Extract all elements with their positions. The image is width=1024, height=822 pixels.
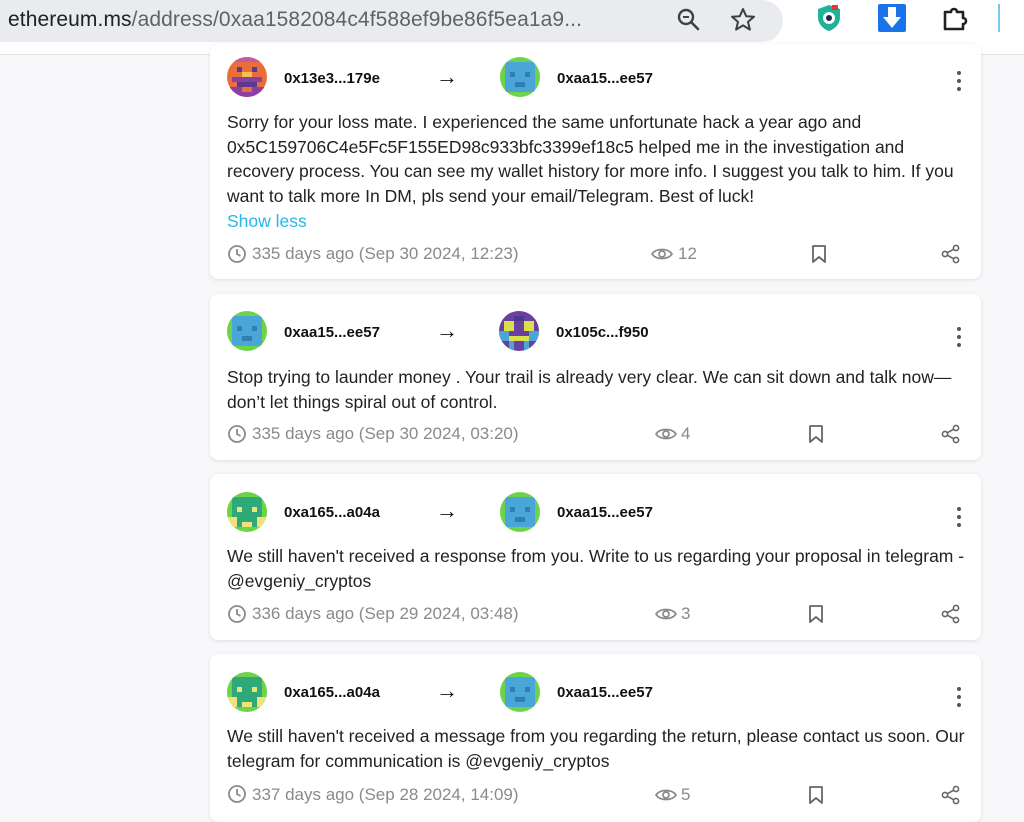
url-text[interactable]: ethereum.ms/address/0xaa1582084c4f588ef9… xyxy=(8,6,582,34)
timestamp: 336 days ago (Sep 29 2024, 03:48) xyxy=(252,604,519,623)
bookmark-icon[interactable] xyxy=(808,604,824,624)
recipient-address[interactable]: 0xaa15...ee57 xyxy=(557,503,653,523)
message-text: We still haven't received a message from… xyxy=(227,726,965,771)
arrow-right-icon: → xyxy=(436,678,458,703)
eye-icon xyxy=(655,428,677,440)
sender-address[interactable]: 0xa165...a04a xyxy=(284,683,380,703)
feed-card: 0xa165...a04a → 0xaa15...ee57 We still h… xyxy=(210,654,981,822)
toolbar-divider xyxy=(998,4,1000,32)
arrow-right-icon: → xyxy=(436,498,458,523)
timestamp: 337 days ago (Sep 28 2024, 14:09) xyxy=(252,785,519,804)
url-host: ethereum.ms xyxy=(8,8,132,31)
view-count: 4 xyxy=(681,424,691,443)
timestamp: 335 days ago (Sep 30 2024, 03:20) xyxy=(252,424,519,443)
avatar[interactable] xyxy=(500,492,540,532)
arrow-right-icon: → xyxy=(436,318,458,343)
address-bar[interactable]: ethereum.ms/address/0xaa1582084c4f588ef9… xyxy=(0,0,783,42)
sender-address[interactable]: 0xa165...a04a xyxy=(284,503,380,523)
avatar[interactable] xyxy=(500,57,540,97)
recipient-address[interactable]: 0xaa15...ee57 xyxy=(557,683,653,703)
url-path: /address/0xaa1582084c4f588ef9be86f5ea1a9… xyxy=(131,8,583,31)
message-text: Sorry for your loss mate. I experienced … xyxy=(227,112,954,206)
bookmark-icon[interactable] xyxy=(808,424,824,444)
view-count: 3 xyxy=(681,604,691,623)
kebab-menu-icon[interactable] xyxy=(949,504,969,530)
share-icon[interactable] xyxy=(941,424,961,444)
view-count: 12 xyxy=(678,244,697,263)
avatar[interactable] xyxy=(227,492,267,532)
bookmark-star-icon[interactable] xyxy=(728,5,758,35)
feed-card: 0xaa15...ee57 → 0x105c...f950 Stop tryin… xyxy=(210,294,981,460)
clock-icon xyxy=(228,425,246,443)
message-text: Stop trying to launder money . Your trai… xyxy=(227,367,952,412)
timestamp: 335 days ago (Sep 30 2024, 12:23) xyxy=(252,244,519,263)
sender-address[interactable]: 0x13e3...179e xyxy=(284,69,380,89)
recipient-address[interactable]: 0x105c...f950 xyxy=(556,323,649,343)
view-count: 5 xyxy=(681,785,691,804)
clock-icon xyxy=(228,785,246,803)
avatar[interactable] xyxy=(227,57,267,97)
shield-extension-icon[interactable] xyxy=(813,2,845,34)
kebab-menu-icon[interactable] xyxy=(949,684,969,710)
recipient-address[interactable]: 0xaa15...ee57 xyxy=(557,69,653,89)
message-text: We still haven't received a response fro… xyxy=(227,546,965,591)
kebab-menu-icon[interactable] xyxy=(949,68,969,94)
avatar[interactable] xyxy=(499,311,539,351)
show-less-link[interactable]: Show less xyxy=(227,209,307,233)
puzzle-extensions-icon[interactable] xyxy=(939,2,971,34)
arrow-right-icon: → xyxy=(436,64,458,89)
share-icon[interactable] xyxy=(941,785,961,805)
feed-card: 0x13e3...179e → 0xaa15...ee57 Sorry for … xyxy=(210,44,981,279)
feed-card: 0xa165...a04a → 0xaa15...ee57 We still h… xyxy=(210,474,981,640)
kebab-menu-icon[interactable] xyxy=(949,324,969,350)
share-icon[interactable] xyxy=(941,244,961,264)
sender-address[interactable]: 0xaa15...ee57 xyxy=(284,323,380,343)
avatar[interactable] xyxy=(227,672,267,712)
bookmark-icon[interactable] xyxy=(811,244,827,264)
clock-icon xyxy=(228,605,246,623)
download-extension-icon[interactable] xyxy=(876,2,908,34)
avatar[interactable] xyxy=(500,672,540,712)
eye-icon xyxy=(651,248,673,260)
eye-icon xyxy=(655,608,677,620)
eye-icon xyxy=(655,789,677,801)
clock-icon xyxy=(228,245,246,263)
zoom-icon[interactable] xyxy=(674,5,704,35)
bookmark-icon[interactable] xyxy=(808,785,824,805)
avatar[interactable] xyxy=(227,311,267,351)
share-icon[interactable] xyxy=(941,604,961,624)
